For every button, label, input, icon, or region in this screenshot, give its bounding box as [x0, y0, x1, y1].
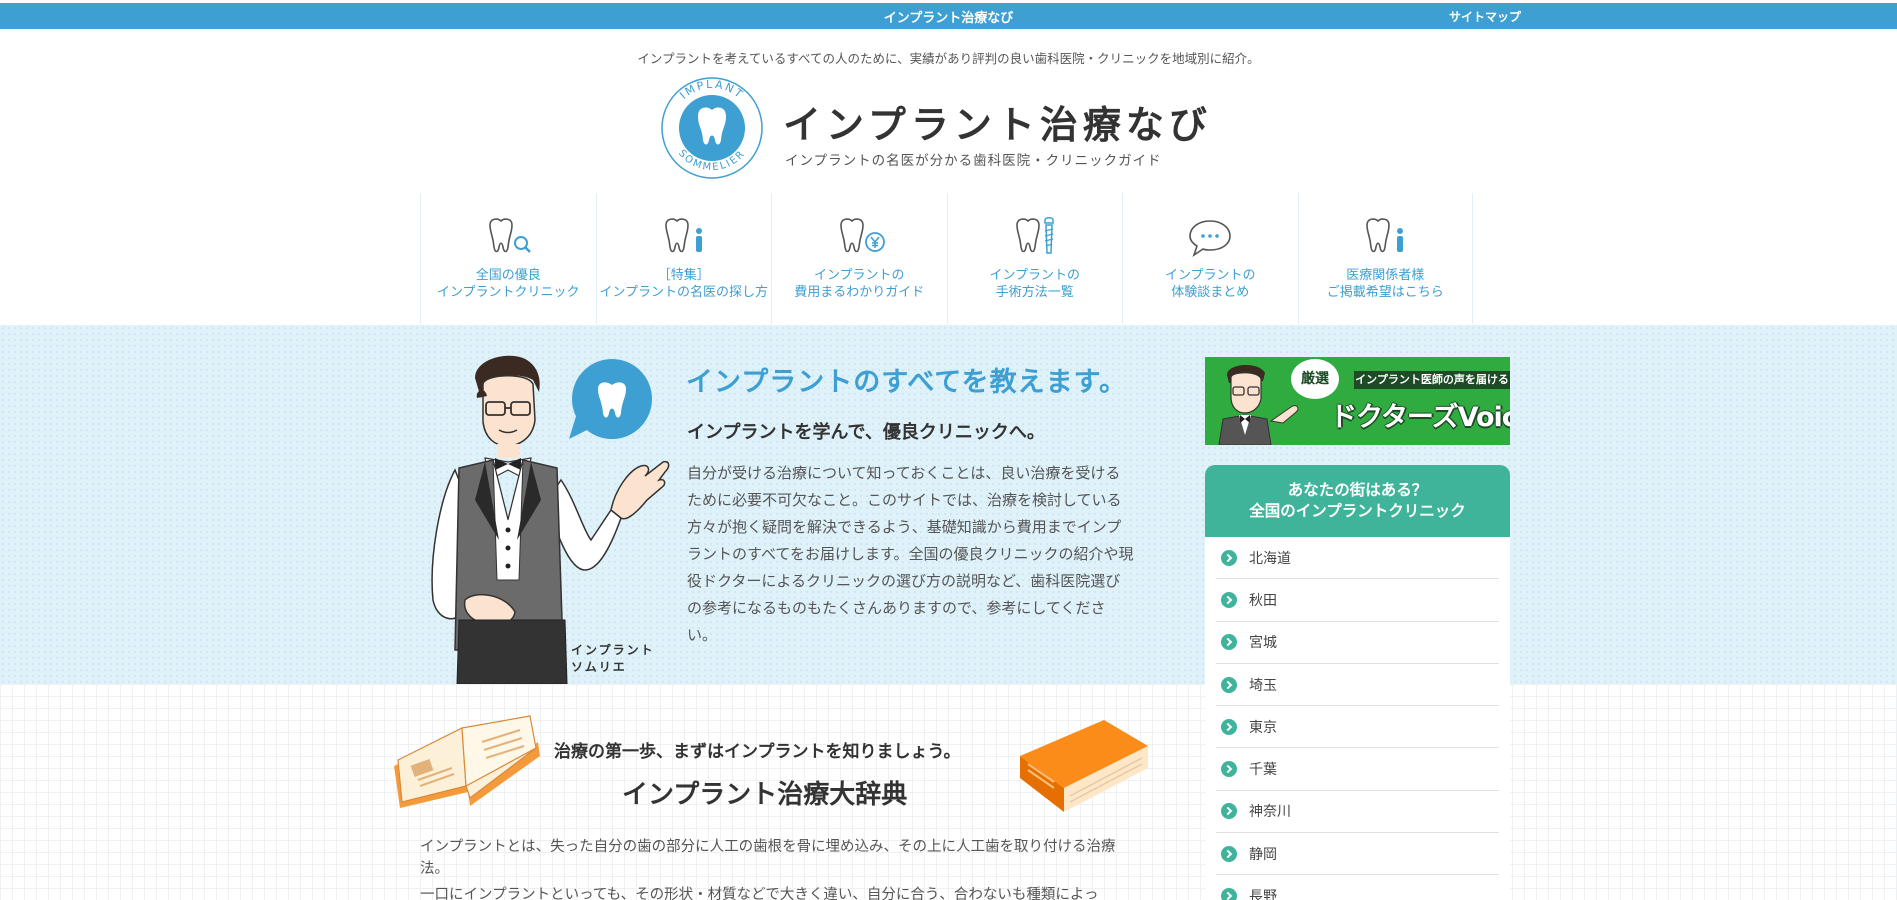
tooth-person-icon [1366, 218, 1404, 253]
tooth-logo-icon[interactable]: IMPLANT SOMMELIER [660, 76, 764, 180]
logo-subtitle: インプラントの名医が分かる歯科医院・クリニックガイド [785, 153, 1162, 169]
nav-label: 医療関係者様 ご掲載希望はこちら [1326, 268, 1444, 300]
tooth-speech-bubble-icon [569, 359, 652, 439]
chevron-right-icon [1221, 634, 1237, 651]
region-item-label: 静岡 [1249, 846, 1277, 863]
region-list: 北海道 秋田 宮城 埼玉 東京 千葉 神奈川 静岡 長野 [1205, 537, 1510, 900]
nav-item-clinics[interactable]: 全国の優良 インプラントクリニック [420, 193, 596, 324]
nav-item-cost[interactable]: インプラントの 費用まるわかりガイド [771, 193, 947, 324]
sitemap-link[interactable]: サイトマップ [1449, 8, 1521, 25]
region-item-chiba[interactable]: 千葉 [1216, 748, 1499, 791]
sommelier-label: インプラント ソムリエ [571, 643, 655, 674]
region-item-label: 長野 [1249, 889, 1277, 900]
speech-bubble-icon [1189, 220, 1232, 257]
region-item-nagano[interactable]: 長野 [1216, 875, 1499, 900]
region-item-label: 神奈川 [1249, 804, 1291, 821]
logo-title[interactable]: インプラント治療なび [783, 94, 1212, 149]
region-item-shizuoka[interactable]: 静岡 [1216, 833, 1499, 876]
region-item-kanagawa[interactable]: 神奈川 [1216, 791, 1499, 834]
tooth-search-icon [489, 218, 532, 253]
region-item-label: 宮城 [1249, 635, 1277, 652]
chevron-right-icon [1221, 676, 1237, 693]
hero-heading: インプラントのすべてを教えます。 [686, 367, 1127, 398]
hero-subheading: インプラントを学んで、優良クリニックへ。 [687, 422, 1045, 443]
region-item-label: 千葉 [1249, 762, 1277, 779]
nav-item-methods[interactable]: インプラントの 手術方法一覧 [946, 193, 1123, 324]
region-item-tokyo[interactable]: 東京 [1216, 706, 1499, 749]
nav-item-experiences[interactable]: インプラントの 体験談まとめ [1122, 193, 1298, 324]
chevron-right-icon [1221, 549, 1237, 566]
nav-label: インプラントの 体験談まとめ [1164, 268, 1256, 300]
region-item-label: 埼玉 [1249, 677, 1277, 694]
dictionary-body-paragraph-2: 一口にインプラントといっても、その形状・材質などで大きく違い、自分に合う、合わな… [420, 887, 1099, 900]
open-book-illustration [394, 715, 540, 808]
region-item-saitama[interactable]: 埼玉 [1216, 664, 1499, 707]
region-box-header: あなたの街はある？ 全国のインプラントクリニック [1205, 465, 1510, 537]
region-clinic-box: あなたの街はある？ 全国のインプラントクリニック 北海道 秋田 宮城 埼玉 東京… [1205, 465, 1510, 900]
dictionary-lead: 治療の第一歩、まずはインプラントを知りましょう。 [554, 742, 961, 762]
region-item-miyagi[interactable]: 宮城 [1216, 622, 1499, 664]
banner-title: ドクターズVoice [1330, 402, 1510, 433]
nav-item-feature[interactable]: ［特集］ インプラントの名医の探し方 [595, 193, 772, 324]
nav-label: 全国の優良 インプラントクリニック [436, 268, 580, 300]
tooth-yen-icon [840, 218, 886, 253]
region-item-label: 東京 [1249, 719, 1277, 736]
doctors-voice-banner[interactable]: 厳選 インプラント医師の声を届ける ドクターズVoice [1205, 357, 1510, 445]
hero-body-text: 自分が受ける治療について知っておくことは、良い治療を受けるために必要不可欠なこと… [687, 464, 1134, 644]
chevron-right-icon [1221, 718, 1237, 735]
region-item-label: 秋田 [1249, 592, 1277, 609]
nav-label: インプラントの 費用まるわかりガイド [794, 268, 925, 300]
chevron-right-icon [1221, 761, 1237, 778]
region-item-label: 北海道 [1249, 550, 1291, 567]
tooth-doctor-icon [664, 218, 702, 253]
main-nav: 全国の優良 インプラントクリニック ［特集］ インプラントの名医の探し方 インプ… [420, 193, 1510, 324]
chevron-right-icon [1221, 591, 1237, 608]
site-tagline: インプラントを考えているすべての人のために、実績があり評判の良い歯科医院・クリニ… [637, 51, 1260, 66]
banner-tagline: インプラント医師の声を届ける [1354, 371, 1510, 389]
chevron-right-icon [1221, 888, 1237, 900]
chevron-right-icon [1221, 803, 1237, 820]
dictionary-body-paragraph-1: インプラントとは、失った自分の歯の部分に人工の歯根を骨に埋め込み、その上に人工歯… [420, 839, 1116, 877]
closed-book-illustration [1020, 720, 1148, 812]
nav-label: インプラントの 手術方法一覧 [989, 268, 1081, 300]
nav-item-listing-request[interactable]: 医療関係者様 ご掲載希望はこちら [1297, 193, 1473, 324]
chevron-right-icon [1221, 845, 1237, 862]
region-item-hokkaido[interactable]: 北海道 [1216, 537, 1499, 580]
tooth-implant-icon [1015, 217, 1054, 254]
banner-badge: 厳選 [1291, 359, 1339, 399]
top-bar-title: インプラント治療なび [883, 11, 1014, 26]
nav-label: ［特集］ インプラントの名医の探し方 [599, 268, 769, 300]
top-bar: インプラント治療なび サイトマップ [0, 3, 1897, 29]
dictionary-title: インプラント治療大辞典 [622, 780, 908, 810]
region-item-akita[interactable]: 秋田 [1216, 579, 1499, 622]
